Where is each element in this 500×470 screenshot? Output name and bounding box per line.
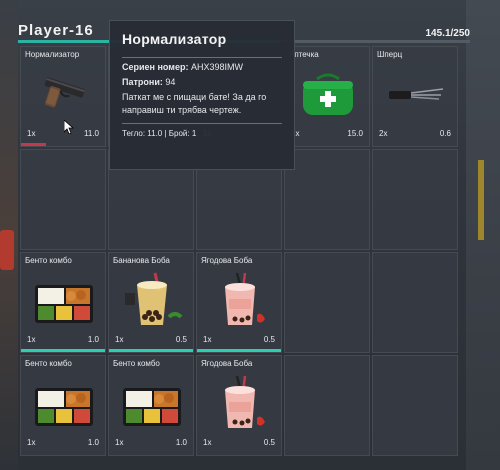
inventory-slot-17[interactable]: Бенто комбо 1x 1.0 [108,355,194,456]
durability-bar [21,349,105,352]
lockpick-icon [383,65,449,121]
slot-weight: 0.6 [439,129,451,138]
slot-label: Бенто комбо [25,256,72,265]
mouse-cursor-icon [63,119,75,135]
strawberry-boba-icon [207,271,273,327]
inventory-slot-5[interactable]: Шперц 2x 0.6 [372,46,458,147]
slot-quantity: 1x [27,438,36,447]
slot-label: Ягодова Боба [201,256,253,265]
inventory-slot-10[interactable] [372,149,458,250]
ammo-label: Патрони: [122,77,163,87]
tooltip-divider [122,57,282,58]
inventory-slot-12[interactable]: Бананова Боба 1x 0.5 [108,252,194,353]
slot-weight: 0.5 [263,335,275,344]
slot-weight: 11.0 [84,129,99,138]
bento-icon [31,271,97,327]
slot-quantity: 1x [203,438,212,447]
slot-weight: 1.0 [175,438,187,447]
medkit-icon [295,65,361,121]
inventory-slot-1[interactable]: Нормализатор 1x 11.0 [20,46,106,147]
slot-weight: 15.0 [347,129,363,138]
inventory-slot-15[interactable] [372,252,458,353]
item-tooltip: Нормализатор Сериен номер: AHX398IMW Пат… [109,20,295,170]
inventory-slot-14[interactable] [284,252,370,353]
slot-label: Бананова Боба [113,256,170,265]
inventory-slot-18[interactable]: Ягодова Боба 1x 0.5 [196,355,282,456]
inventory-slot-19[interactable] [284,355,370,456]
slot-weight: 1.0 [87,438,99,447]
tooltip-serial: Сериен номер: AHX398IMW [122,61,282,73]
tooltip-footer: Тегло: 11.0 | Брой: 1 [122,129,197,138]
strawberry-boba-icon [207,374,273,430]
slot-weight: 0.5 [263,438,275,447]
slot-quantity: 1x [115,335,124,344]
slot-quantity: 2x [379,129,388,138]
slot-label: Бенто комбо [113,359,160,368]
serial-value: AHX398IMW [190,62,243,72]
slot-quantity: 1x [115,438,124,447]
road-marking [478,160,484,240]
background-character [0,230,14,270]
inventory-slot-20[interactable] [372,355,458,456]
tooltip-ammo: Патрони: 94 [122,76,282,88]
slot-quantity: 1x [27,335,36,344]
slot-label: Шперц [377,50,403,59]
inventory-weight: 145.1/250 [425,28,471,39]
slot-label: Бенто комбо [25,359,72,368]
inventory-slot-16[interactable]: Бенто комбо 1x 1.0 [20,355,106,456]
player-inventory: Player-16 145.1/250 Нормализатор 1x 11.0… [18,20,470,470]
slot-quantity: 1x [203,335,212,344]
inventory-slot-6[interactable] [20,149,106,250]
ammo-value: 94 [165,77,176,87]
inventory-slot-13[interactable]: Ягодова Боба 1x 0.5 [196,252,282,353]
bento-icon [119,374,185,430]
tooltip-title: Нормализатор [122,31,227,47]
tooltip-description: Паткат ме с пищаци бате! За да го направ… [122,92,267,115]
slot-label: Ягодова Боба [201,359,253,368]
inventory-slot-4[interactable]: Аптечка 1x 15.0 [284,46,370,147]
durability-bar [109,349,193,352]
player-name: Player-16 [18,22,94,39]
inventory-slot-9[interactable] [284,149,370,250]
bento-icon [31,374,97,430]
durability-bar [197,349,281,352]
inventory-slot-11[interactable]: Бенто комбо 1x 1.0 [20,252,106,353]
durability-bar [21,143,47,146]
serial-label: Сериен номер: [122,62,189,72]
slot-weight: 0.5 [175,335,187,344]
pistol-icon [31,65,97,121]
slot-label: Нормализатор [25,50,80,59]
slot-weight: 1.0 [87,335,99,344]
banana-boba-icon [119,271,185,327]
slot-quantity: 1x [27,129,36,138]
tooltip-divider [122,123,282,124]
